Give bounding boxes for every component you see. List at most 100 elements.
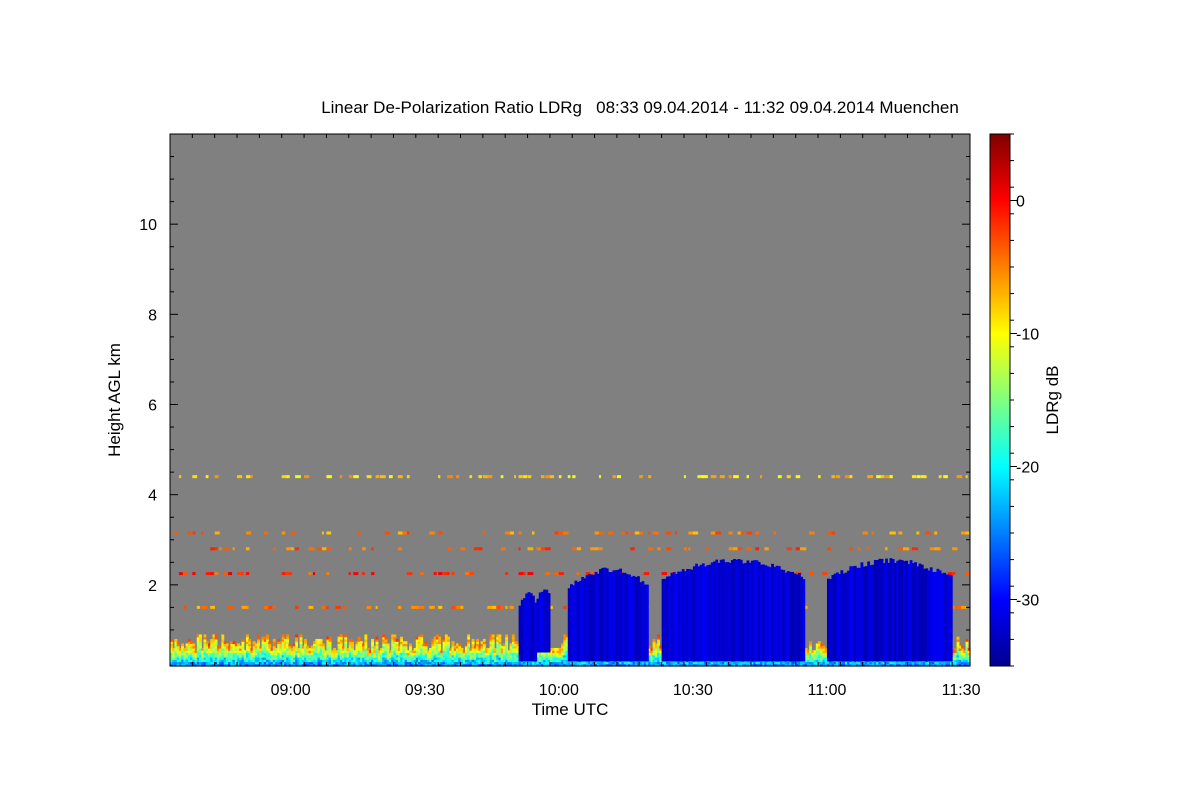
- aerosol-streak-dot: [438, 605, 443, 609]
- aerosol-cell: [409, 643, 412, 647]
- aerosol-streak-dot: [205, 572, 211, 576]
- aerosol-streak-dot: [648, 547, 654, 551]
- aerosol-streak-dot: [916, 531, 920, 535]
- aerosol-streak-dot: [344, 605, 347, 609]
- aerosol-streak-dot: [786, 475, 791, 479]
- aerosol-streak-dot: [818, 475, 821, 479]
- colorbar-label: LDRg dB: [1043, 366, 1062, 435]
- aerosol-streak-dot: [228, 605, 234, 609]
- aerosol-streak-dot: [898, 531, 903, 535]
- aerosol-streak-dot: [375, 475, 380, 479]
- aerosol-streak-dot: [228, 572, 233, 576]
- aerosol-streak-dot: [952, 572, 956, 576]
- aerosol-streak-dot: [826, 531, 832, 535]
- aerosol-streak-dot: [661, 572, 668, 576]
- aerosol-cell: [281, 634, 285, 638]
- aerosol-streak-dot: [308, 605, 314, 609]
- aerosol-streak-dot: [826, 547, 832, 551]
- aerosol-streak-dot: [187, 531, 191, 535]
- aerosol-streak-dot: [335, 605, 341, 609]
- aerosol-streak-dot: [205, 475, 209, 479]
- aerosol-streak-dot: [321, 547, 327, 551]
- aerosol-streak-dot: [885, 547, 888, 551]
- aerosol-streak-dot: [532, 531, 535, 535]
- aerosol-streak-dot: [268, 605, 273, 609]
- aerosol-cell: [221, 634, 225, 638]
- aerosol-streak-dot: [554, 572, 559, 576]
- aerosol-streak-dot: [371, 572, 375, 576]
- aerosol-streak-dot: [326, 547, 332, 551]
- aerosol-streak-dot: [701, 475, 708, 479]
- aerosol-cell: [203, 634, 207, 638]
- ldr-chart: 09:00 09:30 10:00 10:30 11:00 11:30 2 4 6 8 10 0 -1…: [105, 133, 1062, 719]
- aerosol-streak-dot: [599, 547, 603, 551]
- aerosol-streak-dot: [527, 547, 534, 551]
- colorbar-tick-label: -20: [1016, 460, 1039, 477]
- aerosol-streak-dot: [880, 475, 885, 479]
- aerosol-cell: [424, 641, 428, 645]
- aerosol-streak-dot: [514, 475, 517, 479]
- aerosol-streak-dot: [406, 531, 409, 535]
- aerosol-streak-dot: [429, 531, 435, 535]
- aerosol-streak-dot: [920, 475, 927, 479]
- aerosol-streak-dot: [348, 475, 353, 479]
- aerosol-cell: [491, 634, 495, 638]
- aerosol-streak-dot: [447, 547, 453, 551]
- aerosol-streak-dot: [755, 547, 760, 551]
- aerosol-cell: [357, 636, 361, 640]
- aerosol-streak-dot: [406, 572, 413, 576]
- aerosol-streak-dot: [402, 531, 407, 535]
- aerosol-streak-dot: [482, 531, 486, 535]
- aerosol-streak-dot: [295, 475, 301, 479]
- aerosol-cell: [321, 643, 325, 647]
- aerosol-streak-dot: [630, 531, 633, 535]
- aerosol-streak-dot: [567, 475, 571, 479]
- aerosol-streak-dot: [353, 572, 359, 576]
- aerosol-streak-dot: [590, 547, 596, 551]
- aerosol-streak-dot: [849, 475, 853, 479]
- aerosol-streak-dot: [943, 475, 948, 479]
- aerosol-streak-dot: [286, 475, 290, 479]
- aerosol-cell: [809, 641, 812, 645]
- aerosol-streak-dot: [831, 531, 836, 535]
- aerosol-streak-dot: [576, 572, 580, 576]
- aerosol-streak-dot: [728, 531, 733, 535]
- aerosol-streak-dot: [272, 605, 276, 609]
- aerosol-cell: [272, 638, 276, 642]
- aerosol-cell: [400, 636, 404, 640]
- aerosol-streak-dot: [683, 547, 687, 551]
- aerosol-streak-dot: [460, 605, 464, 609]
- aerosol-streak-dot: [835, 475, 841, 479]
- aerosol-streak-dot: [800, 547, 807, 551]
- aerosol-streak-dot: [648, 475, 652, 479]
- aerosol-streak-dot: [451, 605, 455, 609]
- aerosol-streak-dot: [295, 605, 299, 609]
- aerosol-streak-dot: [876, 475, 882, 479]
- aerosol-streak-dot: [956, 475, 963, 479]
- aerosol-streak-dot: [286, 547, 291, 551]
- colorbar-tick-label: 0: [1016, 194, 1025, 211]
- aerosol-streak-dot: [844, 475, 850, 479]
- aerosol-streak-dot: [657, 547, 661, 551]
- aerosol-cell: [476, 638, 479, 642]
- aerosol-streak-dot: [746, 547, 752, 551]
- aerosol-cell: [351, 638, 354, 642]
- aerosol-cell: [214, 634, 218, 638]
- y-tick-label: 10: [139, 217, 157, 234]
- aerosol-streak-dot: [755, 531, 760, 535]
- aerosol-streak-dot: [326, 531, 332, 535]
- aerosol-streak-dot: [867, 547, 870, 551]
- aerosol-streak-dot: [362, 547, 366, 551]
- aerosol-streak-dot: [612, 475, 617, 479]
- aerosol-streak-dot: [447, 475, 453, 479]
- aerosol-streak-dot: [429, 605, 435, 609]
- aerosol-streak-dot: [777, 475, 782, 479]
- aerosol-streak-dot: [518, 531, 522, 535]
- aerosol-streak-dot: [809, 531, 815, 535]
- x-tick-label: 10:00: [539, 682, 579, 699]
- aerosol-streak-dot: [178, 475, 182, 479]
- aerosol-cell: [420, 634, 424, 638]
- aerosol-streak-dot: [563, 531, 569, 535]
- aerosol-streak-dot: [505, 572, 509, 576]
- aerosol-streak-dot: [639, 475, 643, 479]
